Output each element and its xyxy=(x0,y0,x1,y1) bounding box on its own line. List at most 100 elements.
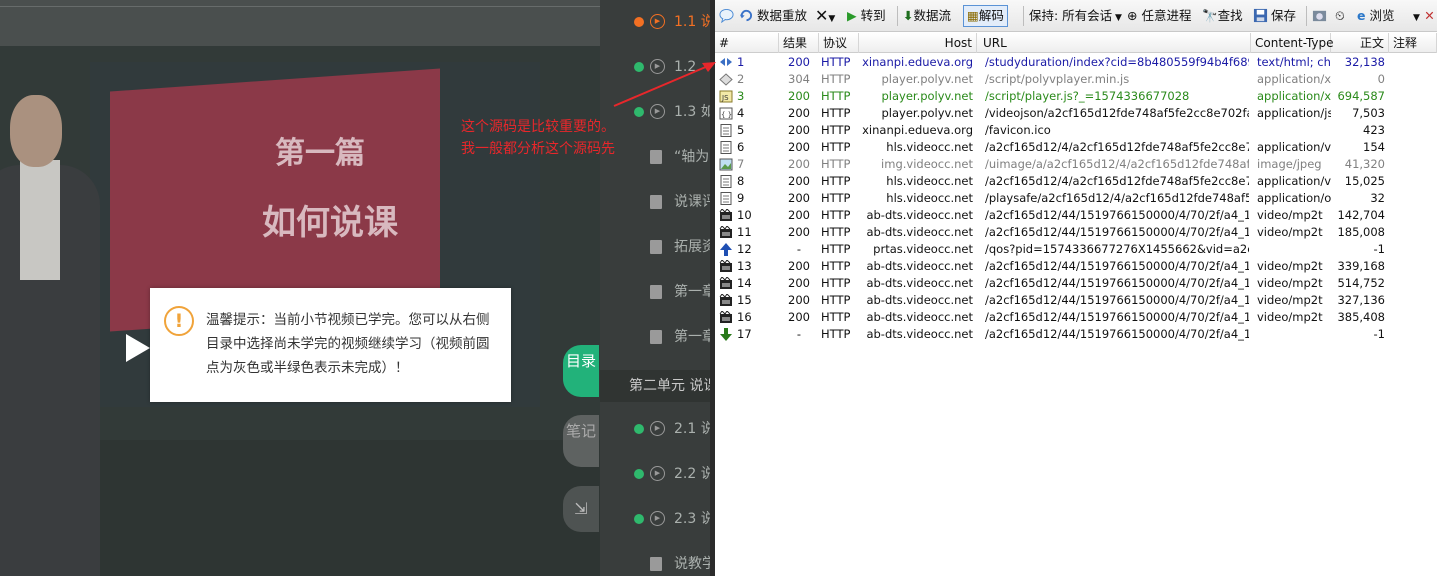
catalog-item[interactable]: ▶ 1.1 说 xyxy=(600,6,710,38)
session-row[interactable]: { } 4 200 HTTP player.polyv.net/videojson/a2… xyxy=(715,105,1437,122)
session-film-icon xyxy=(719,226,733,239)
session-num: 9 xyxy=(737,191,745,205)
session-result: 200 xyxy=(788,106,810,120)
replay-button[interactable]: 数据重放 xyxy=(739,7,807,25)
col-content-type[interactable]: Content-Type xyxy=(1251,33,1334,53)
save-button[interactable]: 保存 xyxy=(1253,7,1296,25)
session-result: 200 xyxy=(788,276,810,290)
session-film-icon xyxy=(719,294,733,307)
session-row[interactable]: 7 200 HTTP img.videocc.net/uimage/a/a2cf165… xyxy=(715,156,1437,173)
remove-button[interactable]: ✕▼ xyxy=(815,7,835,28)
session-body-size: 339,168 xyxy=(1337,259,1385,273)
crosshair-icon: ⊕ xyxy=(1127,8,1138,23)
replay-label: 数据重放 xyxy=(757,8,808,23)
screenshot-button[interactable] xyxy=(1312,7,1330,25)
session-row[interactable]: 10 200 HTTP ab-dts.videocc.net/a2cf165d12/4… xyxy=(715,207,1437,224)
decode-icon: ▦ xyxy=(967,8,979,23)
catalog-section[interactable]: 第二单元 说课 xyxy=(600,370,710,402)
session-url: /a2cf165d12/44/1519766150000/4/70/2f/a4_… xyxy=(985,225,1249,239)
session-body-size: -1 xyxy=(1373,242,1385,256)
session-row[interactable]: 15 200 HTTP ab-dts.videocc.net/a2cf165d12/4… xyxy=(715,292,1437,309)
notes-tab[interactable]: 笔记 xyxy=(563,415,599,467)
slide-title: 第一篇 xyxy=(275,136,365,171)
timer-button[interactable]: ⏲ xyxy=(1335,7,1345,25)
session-result: 200 xyxy=(788,208,810,222)
catalog-item[interactable]: 说教学 xyxy=(600,548,710,576)
timer-icon: ⏲ xyxy=(1335,8,1345,23)
decode-button[interactable]: ▦解码 xyxy=(963,5,1008,27)
session-host: ab-dts.videocc.net xyxy=(866,208,973,222)
col-result[interactable]: 结果 xyxy=(779,33,819,53)
session-body-size: 0 xyxy=(1377,72,1385,86)
session-row[interactable]: 8 200 HTTP hls.videocc.net/a2cf165d12/4/a2c… xyxy=(715,173,1437,190)
session-host: ab-dts.videocc.net xyxy=(866,293,973,307)
session-protocol: HTTP xyxy=(821,106,851,120)
catalog-item[interactable]: ▶ 2.1 说 xyxy=(600,413,710,445)
session-row[interactable]: 13 200 HTTP ab-dts.videocc.net/a2cf165d12/4… xyxy=(715,258,1437,275)
session-row[interactable]: 2 304 HTTP player.polyv.net/script/polyvpla… xyxy=(715,71,1437,88)
process-filter-button[interactable]: ⊕ 任意进程 xyxy=(1127,7,1191,25)
http-debugger: 数据重放 ✕▼ ▶ 转到 ⬇数据流 ▦解码 保持: 所有会话 ▼ ⊕ 任意进程 … xyxy=(715,0,1437,576)
session-row[interactable]: 17 - HTTP ab-dts.videocc.net/a2cf165d12/44/… xyxy=(715,326,1437,343)
col-comment[interactable]: 注释 xyxy=(1389,33,1437,53)
catalog-item[interactable]: 说课评 xyxy=(600,186,710,218)
col-body[interactable]: 正文 xyxy=(1331,33,1389,53)
catalog-item[interactable]: 第一章 xyxy=(600,321,710,353)
find-button[interactable]: 🔭查找 xyxy=(1202,7,1243,25)
play-arrow-icon: ▶ xyxy=(847,8,857,23)
col-protocol[interactable]: 协议 xyxy=(819,33,859,53)
keep-sessions-dropdown[interactable]: 保持: 所有会话 ▼ xyxy=(1029,7,1122,27)
video-play-icon: ▶ xyxy=(650,14,665,29)
col-num[interactable]: # xyxy=(715,33,779,53)
catalog-item[interactable]: 第一章 xyxy=(600,276,710,308)
session-row[interactable]: 9 200 HTTP hls.videocc.net/playsafe/a2cf165… xyxy=(715,190,1437,207)
session-body-size: 15,025 xyxy=(1344,174,1385,188)
session-row[interactable]: JS 3 200 HTTP player.polyv.net/script/player… xyxy=(715,88,1437,105)
catalog-item[interactable]: “轴为 xyxy=(600,141,710,173)
col-host[interactable]: Host xyxy=(859,33,977,53)
session-row[interactable]: 12 - HTTP prtas.videocc.net/qos?pid=1574336… xyxy=(715,241,1437,258)
catalog-item[interactable]: ▶ 2.2 说 xyxy=(600,458,710,490)
session-protocol: HTTP xyxy=(821,208,851,222)
session-host: hls.videocc.net xyxy=(886,174,973,188)
session-result: 200 xyxy=(788,55,810,69)
expand-icon[interactable]: ⇲ xyxy=(563,486,599,532)
document-icon xyxy=(650,240,662,254)
goto-button[interactable]: ▶ 转到 xyxy=(847,7,886,25)
stream-button[interactable]: ⬇数据流 xyxy=(903,7,951,25)
play-icon[interactable] xyxy=(126,334,150,362)
session-host: xinanpi.edueva.org xyxy=(862,55,973,69)
session-protocol: HTTP xyxy=(821,174,851,188)
catalog-item-label: 2.1 说 xyxy=(674,421,710,437)
session-row[interactable]: 5 200 HTTP xinanpi.edueva.org/favicon.ico 42… xyxy=(715,122,1437,139)
session-content-type: video/mp2t xyxy=(1257,225,1323,239)
stream-label: 数据流 xyxy=(913,8,951,23)
session-content-type: video/mp2t xyxy=(1257,310,1323,324)
catalog-item-label: 第一章 xyxy=(674,329,710,345)
col-url[interactable]: URL xyxy=(979,33,1251,53)
session-row[interactable]: 11 200 HTTP ab-dts.videocc.net/a2cf165d12/4… xyxy=(715,224,1437,241)
session-host: hls.videocc.net xyxy=(886,191,973,205)
session-url: /a2cf165d12/44/1519766150000/4/70/2f/a4_… xyxy=(985,276,1249,290)
find-label: 查找 xyxy=(1217,8,1243,23)
catalog-item-label: 2.3 说 xyxy=(674,511,710,527)
catalog-tab[interactable]: 目录 xyxy=(563,345,599,397)
session-host: player.polyv.net xyxy=(881,72,973,86)
session-row[interactable]: 16 200 HTTP ab-dts.videocc.net/a2cf165d12/4… xyxy=(715,309,1437,326)
session-row[interactable]: 14 200 HTTP ab-dts.videocc.net/a2cf165d12/4… xyxy=(715,275,1437,292)
camera-icon xyxy=(1312,10,1327,22)
session-row[interactable]: 6 200 HTTP hls.videocc.net/a2cf165d12/4/a2c… xyxy=(715,139,1437,156)
document-icon xyxy=(650,557,662,571)
catalog-item-label: 2.2 说 xyxy=(674,466,710,482)
catalog-item[interactable]: ▶ 2.3 说 xyxy=(600,503,710,535)
video-player[interactable]: 第一篇 如何说课 ! 温馨提示：当前小节视频已学完。您可以从右侧目录中选择尚未学… xyxy=(0,0,600,576)
session-host: xinanpi.edueva.org xyxy=(862,123,973,137)
session-protocol: HTTP xyxy=(821,123,851,137)
browse-dropdown[interactable]: ▼ ✕ xyxy=(1413,7,1435,27)
browse-button[interactable]: e 浏览 xyxy=(1357,7,1394,25)
session-protocol: HTTP xyxy=(821,225,851,239)
catalog-item[interactable]: 拓展资 xyxy=(600,231,710,263)
session-protocol: HTTP xyxy=(821,191,851,205)
session-row[interactable]: 1 200 HTTP xinanpi.edueva.org/studyduration… xyxy=(715,54,1437,71)
comment-icon[interactable] xyxy=(719,7,737,25)
